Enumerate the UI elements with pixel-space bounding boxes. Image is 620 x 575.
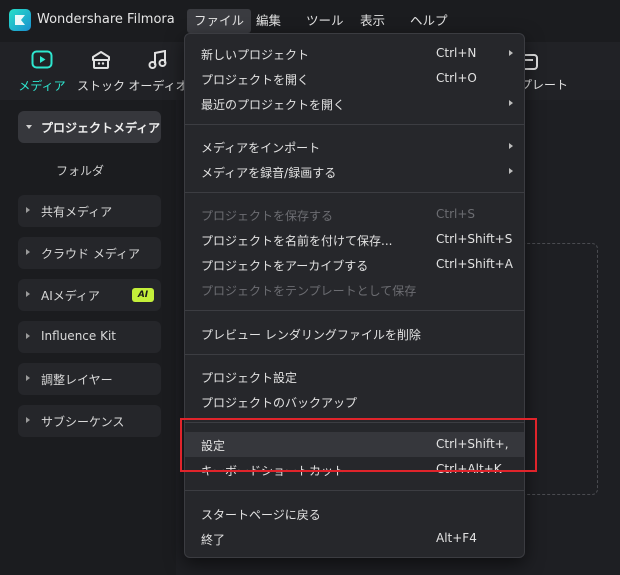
menu-item-label: プロジェクトを開く xyxy=(201,73,310,87)
stock-icon xyxy=(90,50,112,73)
tab-template-label[interactable]: プレート xyxy=(520,76,568,93)
menu-item-label: 終了 xyxy=(201,533,226,547)
tab-audio-label: オーディオ xyxy=(128,79,188,93)
sidebar-item-label: Influence Kit xyxy=(41,329,116,343)
submenu-arrow-icon xyxy=(509,168,513,174)
menu-item-record-media[interactable]: メディアを録音/録画する xyxy=(185,159,524,184)
chevron-down-icon xyxy=(26,125,32,129)
menu-item-shortcut: Ctrl+Shift+S xyxy=(436,232,513,246)
menu-item-save-as-template: プロジェクトをテンプレートとして保存 xyxy=(185,277,524,302)
menu-item-open-project[interactable]: プロジェクトを開く Ctrl+O xyxy=(185,66,524,91)
menu-item-label: メディアを録音/録画する xyxy=(201,166,337,180)
sidebar-item-folder[interactable]: フォルダ xyxy=(56,162,104,179)
menu-item-label: プロジェクトを名前を付けて保存... xyxy=(201,234,393,248)
submenu-arrow-icon xyxy=(509,100,513,106)
menu-help[interactable]: ヘルプ xyxy=(403,9,455,33)
menu-item-label: プレビュー レンダリングファイルを削除 xyxy=(201,328,421,342)
sidebar-item-influence-kit[interactable]: Influence Kit xyxy=(18,321,161,353)
media-icon xyxy=(31,50,53,73)
menu-item-recent-projects[interactable]: 最近のプロジェクトを開く xyxy=(185,91,524,116)
sidebar-item-label: クラウド メディア xyxy=(41,247,140,261)
app-title: Wondershare Filmora xyxy=(37,12,175,27)
menu-item-shortcut: Alt+F4 xyxy=(436,531,477,545)
menu-item-shortcut: Ctrl+O xyxy=(436,71,477,85)
chevron-right-icon xyxy=(26,417,30,423)
menu-item-exit[interactable]: 終了 Alt+F4 xyxy=(185,526,524,551)
chevron-right-icon xyxy=(26,333,30,339)
menu-item-label: プロジェクトを保存する xyxy=(201,209,334,223)
chevron-right-icon xyxy=(26,207,30,213)
menu-edit[interactable]: 編集 xyxy=(249,9,288,33)
menu-item-back-to-start-page[interactable]: スタートページに戻る xyxy=(185,501,524,526)
sidebar-item-label: サブシーケンス xyxy=(41,415,125,429)
menu-separator xyxy=(185,192,524,193)
menu-tools[interactable]: ツール xyxy=(299,9,351,33)
submenu-arrow-icon xyxy=(509,143,513,149)
menu-item-shortcut: Ctrl+S xyxy=(436,207,476,221)
menu-separator xyxy=(185,354,524,355)
sidebar-item-label: 共有メディア xyxy=(41,205,113,219)
menu-item-project-settings[interactable]: プロジェクト設定 xyxy=(185,364,524,389)
menu-separator xyxy=(185,310,524,311)
menu-item-label: メディアをインポート xyxy=(201,141,321,155)
menu-file[interactable]: ファイル xyxy=(187,9,252,33)
menu-item-delete-preview-render[interactable]: プレビュー レンダリングファイルを削除 xyxy=(185,321,524,346)
menu-item-project-backup[interactable]: プロジェクトのバックアップ xyxy=(185,389,524,414)
filmora-logo-icon xyxy=(9,9,31,31)
menu-item-label: 最近のプロジェクトを開く xyxy=(201,98,346,112)
sidebar-item-adjustment-layer[interactable]: 調整レイヤー xyxy=(18,363,161,395)
submenu-arrow-icon xyxy=(509,50,513,56)
sidebar-item-project-media[interactable]: プロジェクトメディア xyxy=(18,111,161,143)
highlight-annotation-box xyxy=(180,418,537,472)
music-note-icon xyxy=(147,49,169,73)
tab-audio[interactable]: オーディオ xyxy=(123,42,193,100)
sidebar-item-label: AIメディア xyxy=(41,289,100,303)
menu-item-archive-project[interactable]: プロジェクトをアーカイブする Ctrl+Shift+A xyxy=(185,252,524,277)
menu-item-label: 新しいプロジェクト xyxy=(201,48,310,62)
chevron-right-icon xyxy=(26,375,30,381)
menu-item-save-project: プロジェクトを保存する Ctrl+S xyxy=(185,202,524,227)
menu-item-shortcut: Ctrl+N xyxy=(436,46,477,60)
menu-item-label: プロジェクトをアーカイブする xyxy=(201,259,369,273)
menu-item-label: スタートページに戻る xyxy=(201,508,321,522)
chevron-right-icon xyxy=(26,249,30,255)
sidebar-item-subsequence[interactable]: サブシーケンス xyxy=(18,405,161,437)
menu-item-save-as[interactable]: プロジェクトを名前を付けて保存... Ctrl+Shift+S xyxy=(185,227,524,252)
menu-item-new-project[interactable]: 新しいプロジェクト Ctrl+N xyxy=(185,41,524,66)
file-menu-dropdown: 新しいプロジェクト Ctrl+N プロジェクトを開く Ctrl+O 最近のプロジ… xyxy=(184,33,525,558)
sidebar-item-cloud-media[interactable]: クラウド メディア xyxy=(18,237,161,269)
sidebar-item-label: プロジェクトメディア xyxy=(41,121,161,135)
menu-item-label: プロジェクトのバックアップ xyxy=(201,396,358,410)
menu-item-shortcut: Ctrl+Shift+A xyxy=(436,257,513,271)
menu-item-import-media[interactable]: メディアをインポート xyxy=(185,134,524,159)
sidebar-item-label: 調整レイヤー xyxy=(41,373,113,387)
sidebar-item-shared-media[interactable]: 共有メディア xyxy=(18,195,161,227)
menu-separator xyxy=(185,490,524,491)
menu-separator xyxy=(185,124,524,125)
ai-badge: AI xyxy=(132,288,154,302)
sidebar-item-ai-media[interactable]: AIメディア AI xyxy=(18,279,161,311)
chevron-right-icon xyxy=(26,291,30,297)
menu-item-label: プロジェクトをテンプレートとして保存 xyxy=(201,284,417,298)
menu-item-label: プロジェクト設定 xyxy=(201,371,298,385)
menu-view[interactable]: 表示 xyxy=(353,9,392,33)
